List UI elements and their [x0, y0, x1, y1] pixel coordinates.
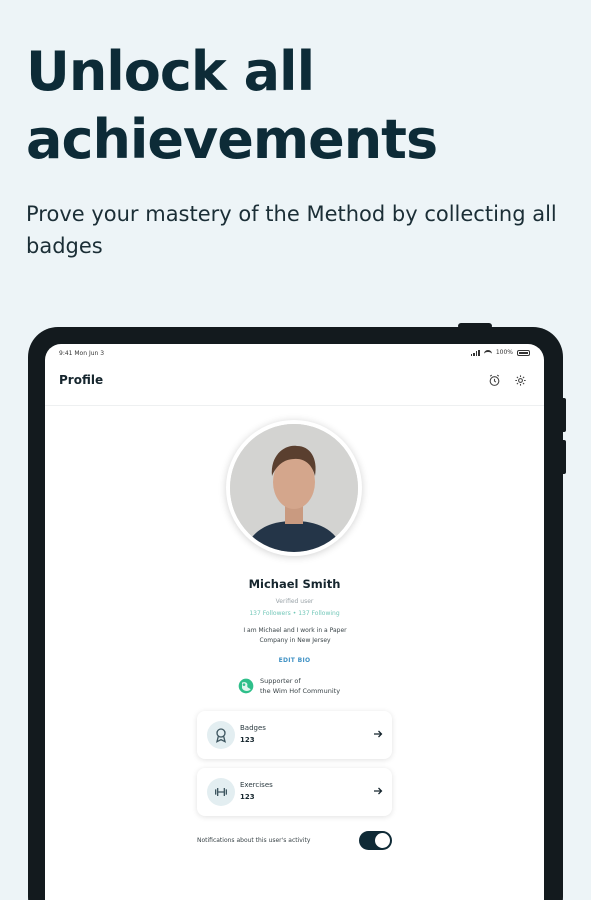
community-badge-icon: [238, 678, 254, 694]
badges-card[interactable]: Badges 123: [197, 711, 392, 759]
battery-icon: [517, 349, 530, 356]
exercises-card[interactable]: Exercises 123: [197, 768, 392, 816]
dumbbell-icon: [207, 778, 235, 806]
supporter-line2: the Wim Hof Community: [260, 687, 341, 695]
hero-title-line2: achievements: [26, 108, 438, 171]
exercises-count: 123: [240, 793, 255, 801]
following-link[interactable]: 137 Following: [298, 610, 339, 617]
badges-label: Badges: [240, 724, 266, 732]
badges-count: 123: [240, 736, 255, 744]
page-title: Profile: [59, 373, 104, 387]
verified-label: Verified user: [275, 598, 314, 605]
status-bar: 9:41 Mon Jun 3 100%: [45, 344, 544, 362]
followers-link[interactable]: 137 Followers: [249, 610, 290, 617]
hero-subtitle: Prove your mastery of the Method by coll…: [26, 202, 557, 258]
status-time: 9:41 Mon Jun 3: [59, 350, 105, 357]
follow-separator: •: [292, 610, 297, 617]
gear-icon[interactable]: [514, 374, 527, 387]
edit-bio-button[interactable]: EDIT BIO: [45, 657, 544, 664]
tablet-screen: 9:41 Mon Jun 3 100% Profile Michael Smit…: [45, 344, 544, 900]
supporter-badge: Supporter of the Wim Hof Community: [238, 676, 340, 696]
profile-name: Michael Smith: [248, 577, 341, 591]
notifications-toggle[interactable]: [359, 831, 392, 850]
arrow-right-icon[interactable]: [372, 728, 384, 740]
signal-icon: [470, 349, 480, 356]
status-indicators: 100%: [470, 349, 530, 356]
battery-percent: 100%: [495, 349, 513, 356]
person-silhouette-icon: [230, 424, 358, 552]
arrow-right-icon[interactable]: [372, 785, 384, 797]
avatar[interactable]: [226, 420, 362, 556]
notifications-label: Notifications about this user's activity: [197, 837, 311, 844]
wifi-icon: [483, 349, 492, 356]
badge-icon: [207, 721, 235, 749]
supporter-line1: Supporter of: [260, 677, 301, 685]
exercises-label: Exercises: [240, 781, 273, 789]
app-bar: Profile: [45, 362, 544, 406]
follow-stats: 137 Followers • 137 Following: [45, 610, 544, 617]
toggle-knob: [375, 833, 390, 848]
hero-title-line1: Unlock all: [26, 40, 315, 103]
profile-bio: I am Michael and I work in a Paper Compa…: [243, 627, 347, 644]
hero-title: Unlock all achievements: [26, 38, 438, 174]
alarm-icon[interactable]: [488, 374, 501, 387]
avatar-photo: [230, 424, 358, 552]
